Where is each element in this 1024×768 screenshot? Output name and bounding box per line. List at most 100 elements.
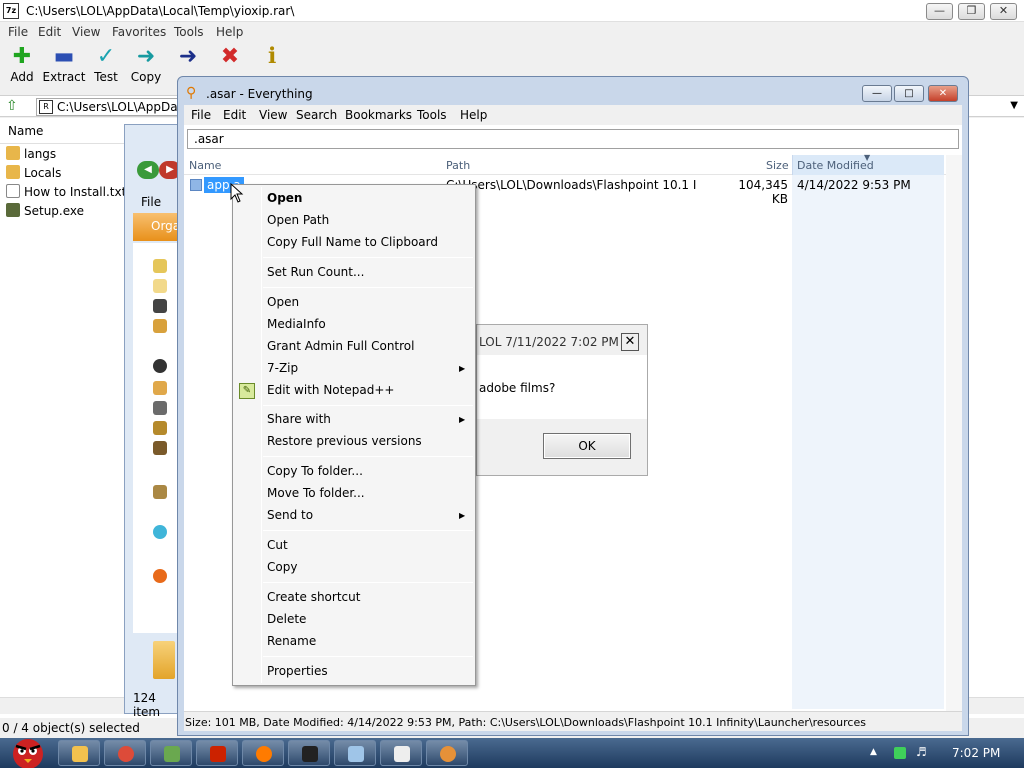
taskbar-explorer-button[interactable] <box>58 740 100 766</box>
zip-window-title: C:\Users\LOL\AppData\Local\Temp\yioxip.r… <box>26 4 295 18</box>
explorer-menu-file[interactable]: File <box>141 195 161 209</box>
folder-icon[interactable] <box>153 299 167 313</box>
start-button[interactable] <box>4 732 48 768</box>
add-button[interactable]: ✚ Add <box>0 44 44 84</box>
zip-menu-favorites[interactable]: Favorites <box>112 25 166 39</box>
menu-item-open-default[interactable]: Open <box>267 191 302 205</box>
desktop-icon[interactable] <box>153 279 167 293</box>
everything-maximize-button[interactable]: □ <box>894 85 924 102</box>
folder-icon[interactable] <box>153 441 167 455</box>
everything-close-button[interactable]: ✕ <box>928 85 958 102</box>
move-button[interactable]: ➜ <box>166 44 210 70</box>
menu-item-restore-versions[interactable]: Restore previous versions <box>267 434 422 448</box>
list-item[interactable]: How to Install.txt <box>6 184 126 202</box>
everything-menu-help[interactable]: Help <box>460 108 487 122</box>
message-dialog: LOL 7/11/2022 7:02 PM ✕ adobe films? OK <box>476 324 648 476</box>
favorites-star-icon[interactable] <box>153 259 167 273</box>
copy-button[interactable]: ➜ Copy <box>124 44 168 84</box>
firefox-icon <box>256 746 272 762</box>
menu-item-copy-full-name[interactable]: Copy Full Name to Clipboard <box>267 235 438 249</box>
folder-icon[interactable] <box>153 401 167 415</box>
homegroup-icon[interactable] <box>153 359 167 373</box>
zip-menu-view[interactable]: View <box>72 25 100 39</box>
menu-item-mediainfo[interactable]: MediaInfo <box>267 317 326 331</box>
column-header-name[interactable]: Name <box>189 159 221 172</box>
volume-icon[interactable]: ♬ <box>916 745 928 759</box>
taskbar-7zip-button[interactable] <box>288 740 330 766</box>
everything-menu-bookmarks[interactable]: Bookmarks <box>345 108 412 122</box>
taskbar-window-button[interactable] <box>380 740 422 766</box>
zip-titlebar[interactable]: 7z C:\Users\LOL\AppData\Local\Temp\yioxi… <box>0 0 1024 22</box>
info-button[interactable]: ℹ <box>250 44 294 70</box>
test-button[interactable]: ✓ Test <box>84 44 128 84</box>
menu-item-set-run-count[interactable]: Set Run Count... <box>267 265 364 279</box>
list-item[interactable]: langs <box>6 146 56 164</box>
menu-item-move-to-folder[interactable]: Move To folder... <box>267 486 365 500</box>
taskbar-clock[interactable]: 7:02 PM <box>952 746 1000 760</box>
everything-search-input[interactable]: .asar <box>187 129 959 149</box>
folder-icon[interactable] <box>153 319 167 333</box>
zip-minimize-button[interactable]: — <box>926 3 953 20</box>
menu-item-grant-admin[interactable]: Grant Admin Full Control <box>267 339 414 353</box>
menu-item-edit-notepad[interactable]: Edit with Notepad++ <box>267 383 394 397</box>
zip-path-input[interactable]: R C:\Users\LOL\AppData <box>36 98 196 116</box>
dialog-close-button[interactable]: ✕ <box>621 333 639 351</box>
menu-item-copy[interactable]: Copy <box>267 560 297 574</box>
everything-titlebar[interactable]: ⚲ .asar - Everything — □ ✕ <box>178 77 968 105</box>
folder-icon[interactable] <box>153 421 167 435</box>
everything-menu-search[interactable]: Search <box>296 108 337 122</box>
folder-icon[interactable] <box>153 381 167 395</box>
menu-item-share-with[interactable]: Share with <box>267 412 331 426</box>
folder-icon <box>6 146 20 160</box>
column-header-date[interactable]: Date Modified <box>797 159 874 172</box>
computer-icon[interactable] <box>153 485 167 499</box>
taskbar-firefox-button[interactable] <box>242 740 284 766</box>
menu-item-create-shortcut[interactable]: Create shortcut <box>267 590 360 604</box>
menu-item-rename[interactable]: Rename <box>267 634 316 648</box>
text-file-icon <box>6 184 20 198</box>
everything-minimize-button[interactable]: — <box>862 85 892 102</box>
plus-icon: ✚ <box>12 44 32 69</box>
menu-item-delete[interactable]: Delete <box>267 612 306 626</box>
everything-menu-edit[interactable]: Edit <box>223 108 246 122</box>
menu-item-open[interactable]: Open <box>267 295 299 309</box>
taskbar-everything-button[interactable] <box>426 740 468 766</box>
chevron-down-icon[interactable]: ▼ <box>1010 100 1018 111</box>
context-menu: Open Open Path Copy Full Name to Clipboa… <box>232 184 476 686</box>
zip-menu-file[interactable]: File <box>8 25 28 39</box>
everything-menu-file[interactable]: File <box>191 108 211 122</box>
everything-menu-tools[interactable]: Tools <box>417 108 447 122</box>
everything-menubar: File Edit View Search Bookmarks Tools He… <box>184 105 962 125</box>
menu-item-7zip[interactable]: 7-Zip <box>267 361 298 375</box>
everything-vertical-scrollbar[interactable] <box>946 155 962 711</box>
zip-menu-help[interactable]: Help <box>216 25 243 39</box>
menu-item-open-path[interactable]: Open Path <box>267 213 329 227</box>
menu-item-send-to[interactable]: Send to <box>267 508 313 522</box>
zip-maximize-button[interactable]: ❐ <box>958 3 985 20</box>
back-arrow-icon[interactable]: ◀ <box>137 161 159 179</box>
delete-button[interactable]: ✖ <box>208 44 252 70</box>
zip-menu-edit[interactable]: Edit <box>38 25 61 39</box>
column-header-size[interactable]: Size <box>766 159 789 172</box>
folder-up-icon[interactable]: ⇧ <box>6 98 18 114</box>
extract-button[interactable]: ▬ Extract <box>42 44 86 84</box>
menu-item-properties[interactable]: Properties <box>267 664 328 678</box>
zip-menu-tools[interactable]: Tools <box>174 25 204 39</box>
menu-item-cut[interactable]: Cut <box>267 538 288 552</box>
zip-column-name[interactable]: Name <box>0 118 128 144</box>
list-item[interactable]: Locals <box>6 165 61 183</box>
flash-icon[interactable] <box>153 569 167 583</box>
taskbar-flash-button[interactable] <box>196 740 238 766</box>
network-status-icon[interactable] <box>894 747 906 759</box>
ok-button[interactable]: OK <box>543 433 631 459</box>
menu-item-copy-to-folder[interactable]: Copy To folder... <box>267 464 363 478</box>
column-header-path[interactable]: Path <box>446 159 470 172</box>
list-item[interactable]: Setup.exe <box>6 203 84 221</box>
taskbar-vm-button[interactable] <box>150 740 192 766</box>
network-icon[interactable] <box>153 525 167 539</box>
show-hidden-icons-chevron-icon[interactable]: ▲ <box>870 747 882 759</box>
taskbar-chrome-button[interactable] <box>104 740 146 766</box>
zip-close-button[interactable]: ✕ <box>990 3 1017 20</box>
everything-menu-view[interactable]: View <box>259 108 287 122</box>
taskbar-notepad-button[interactable] <box>334 740 376 766</box>
